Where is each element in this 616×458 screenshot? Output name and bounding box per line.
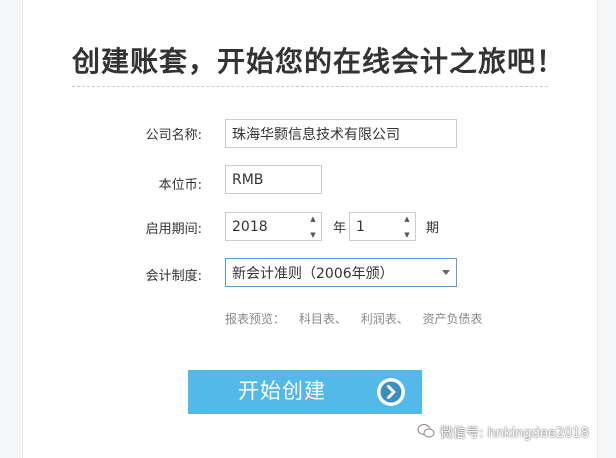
start-create-button[interactable]: 开始创建 [188, 370, 422, 414]
month-value: 1 [356, 218, 365, 235]
company-name-value: 珠海华颢信息技术有限公司 [232, 126, 400, 143]
spin-up-icon[interactable]: ▲ [404, 214, 409, 224]
currency-label: 本位币: [158, 178, 202, 193]
wechat-watermark: 微信号: hnkingdee2018 [417, 420, 589, 442]
preview-link-income[interactable]: 利润表、 [361, 312, 409, 326]
currency-input[interactable]: RMB [225, 165, 322, 194]
year-stepper-arrows: ▲ ▼ [307, 214, 319, 240]
month-unit-label: 期 [426, 221, 440, 236]
company-name-label: 公司名称: [145, 128, 202, 143]
accounting-system-value: 新会计准则（2006年颁） [232, 265, 394, 282]
arrow-right-circle-icon [377, 378, 405, 406]
report-preview: 报表预览： 科目表、 利润表、 资产负债表 [225, 310, 493, 327]
page-title: 创建账套，开始您的在线会计之旅吧！ [72, 45, 566, 78]
wechat-icon [417, 424, 435, 438]
spin-up-icon[interactable]: ▲ [310, 214, 315, 224]
title-divider [72, 86, 548, 87]
watermark-text: 微信号: hnkingdee2018 [440, 425, 589, 441]
period-label: 启用期间: [145, 222, 202, 237]
month-stepper-arrows: ▲ ▼ [401, 214, 413, 240]
chevron-down-icon [442, 270, 450, 275]
year-stepper[interactable]: 2018 ▲ ▼ [225, 212, 322, 241]
year-value: 2018 [232, 218, 268, 235]
preview-link-balance[interactable]: 资产负债表 [423, 312, 483, 326]
start-create-label: 开始创建 [238, 380, 326, 403]
spin-down-icon[interactable]: ▼ [404, 230, 409, 240]
year-unit-label: 年 [333, 221, 347, 236]
accounting-system-label: 会计制度: [145, 269, 202, 284]
spin-down-icon[interactable]: ▼ [310, 230, 315, 240]
month-stepper[interactable]: 1 ▲ ▼ [349, 212, 416, 241]
currency-value: RMB [232, 171, 264, 188]
company-name-input[interactable]: 珠海华颢信息技术有限公司 [225, 119, 457, 148]
preview-link-subjects[interactable]: 科目表、 [299, 312, 347, 326]
accounting-system-select[interactable]: 新会计准则（2006年颁） [225, 258, 457, 287]
report-preview-label: 报表预览： [225, 312, 286, 326]
